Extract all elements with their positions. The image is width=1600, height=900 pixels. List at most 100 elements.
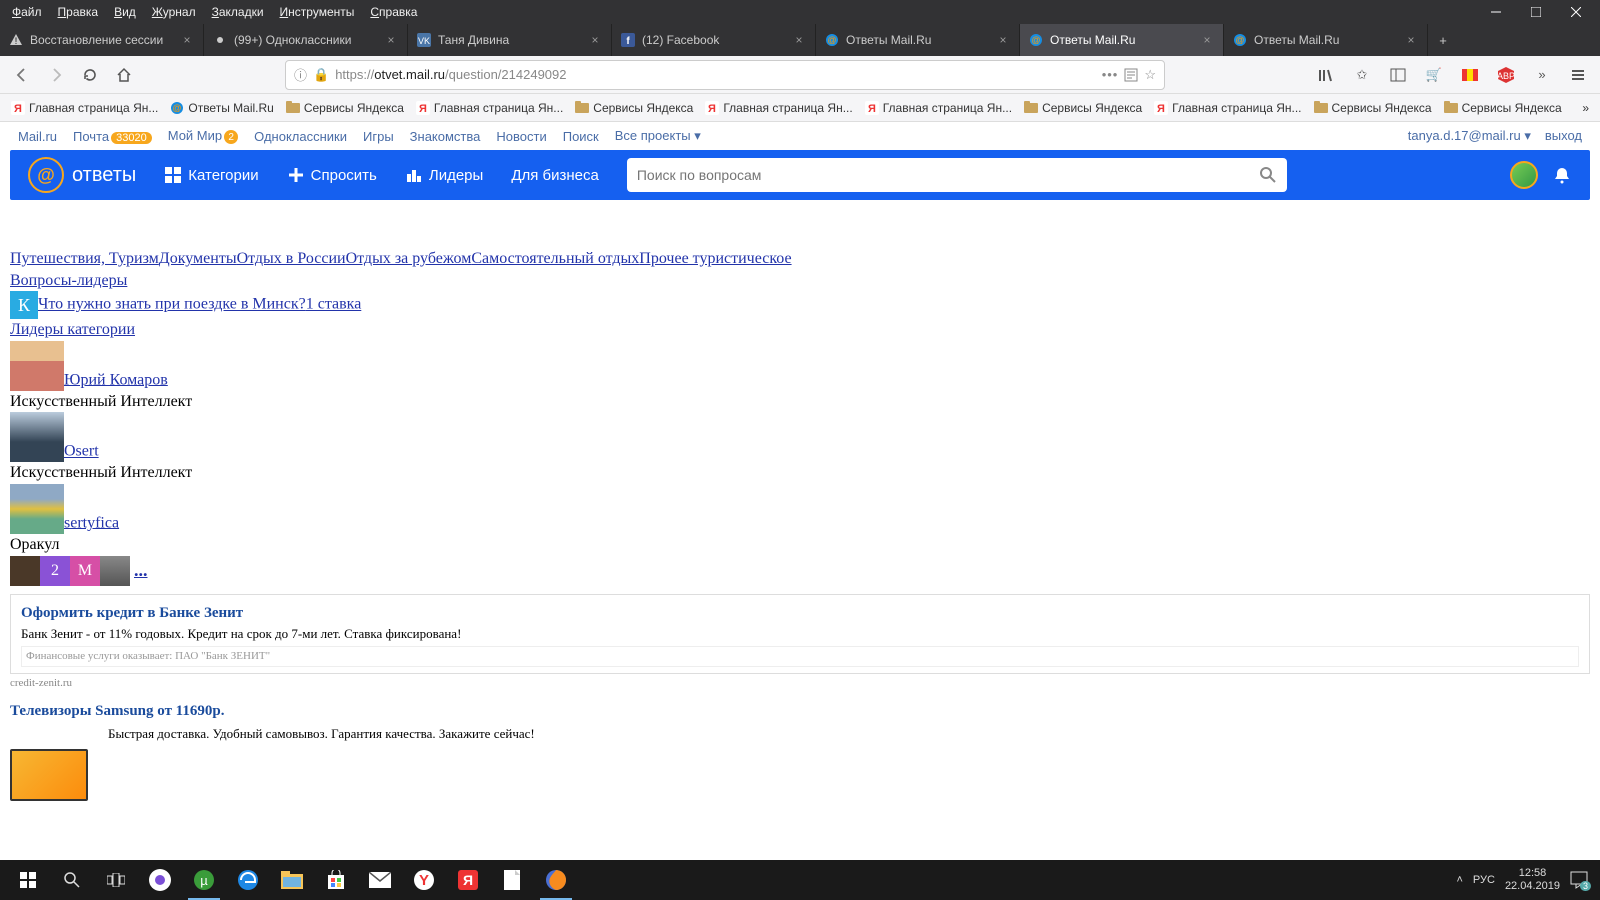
tab-close-icon[interactable]: × <box>587 32 603 48</box>
crumb-link[interactable]: Путешествия, Туризм <box>10 250 159 267</box>
leader-name[interactable]: Юрий Комаров <box>64 371 168 388</box>
mailnav-mail[interactable]: Почта <box>73 129 109 144</box>
new-tab-button[interactable]: + <box>1428 24 1458 56</box>
menu-view[interactable]: Вид <box>106 5 144 19</box>
crumb-link[interactable]: Отдых в России <box>237 250 346 267</box>
bookmark-item[interactable]: ЯГлавная страница Ян... <box>411 101 568 115</box>
bookmark-item[interactable]: ЯГлавная страница Ян... <box>1149 101 1306 115</box>
tab-close-icon[interactable]: × <box>995 32 1011 48</box>
tab-close-icon[interactable]: × <box>383 32 399 48</box>
bookmark-item[interactable]: Сервисы Яндекса <box>281 101 409 115</box>
tray-clock[interactable]: 12:58 22.04.2019 <box>1505 867 1560 893</box>
site-info-icon[interactable]: ⓘ <box>294 65 307 84</box>
ad-block-2[interactable]: Телевизоры Samsung от 11690р. Быстрая до… <box>10 701 1590 801</box>
mailnav-games[interactable]: Игры <box>363 129 394 144</box>
mailnav-mailru[interactable]: Mail.ru <box>18 129 57 144</box>
crumb-link[interactable]: Прочее туристическое <box>639 250 791 267</box>
menu-history[interactable]: Журнал <box>144 5 204 19</box>
leaders-questions-link[interactable]: Вопросы-лидеры <box>10 272 127 289</box>
mini-avatar[interactable] <box>100 556 130 586</box>
hamburger-icon[interactable] <box>1564 61 1592 89</box>
bookmark-item[interactable]: ЯГлавная страница Ян... <box>700 101 857 115</box>
reader-icon[interactable] <box>1124 68 1138 82</box>
leader-avatar[interactable] <box>10 341 64 391</box>
nav-reload[interactable] <box>76 61 104 89</box>
mini-avatar[interactable]: М <box>70 556 100 586</box>
search-icon[interactable] <box>1259 166 1277 184</box>
mailnav-search[interactable]: Поиск <box>563 129 599 144</box>
nav-categories[interactable]: Категории <box>164 166 258 184</box>
bookmark-item[interactable]: Сервисы Яндекса <box>570 101 698 115</box>
more-dots[interactable]: ... <box>134 558 148 582</box>
menu-help[interactable]: Справка <box>362 5 425 19</box>
leader-name[interactable]: sertyfica <box>64 514 119 531</box>
tab-close-icon[interactable]: × <box>1403 32 1419 48</box>
firefox-icon[interactable] <box>534 860 578 900</box>
tray-chevron-icon[interactable]: ˄ <box>1456 874 1462 886</box>
search-input[interactable] <box>637 167 1259 183</box>
bookmark-item[interactable]: @Ответы Mail.Ru <box>165 101 278 115</box>
nav-forward[interactable] <box>42 61 70 89</box>
nav-home[interactable] <box>110 61 138 89</box>
utorrent-icon[interactable]: µ <box>182 860 226 900</box>
bell-icon[interactable] <box>1552 165 1572 185</box>
bookmark-item[interactable]: Сервисы Яндекса <box>1309 101 1437 115</box>
bookmark-item[interactable]: ЯГлавная страница Ян... <box>6 101 163 115</box>
bookmark-item[interactable]: Сервисы Яндекса <box>1019 101 1147 115</box>
tab-close-icon[interactable]: × <box>179 32 195 48</box>
yandex-icon[interactable]: Y <box>402 860 446 900</box>
mailnav-dating[interactable]: Знакомства <box>410 129 481 144</box>
menu-edit[interactable]: Правка <box>50 5 107 19</box>
toolbar-star-icon[interactable]: ✩ <box>1348 61 1376 89</box>
tray-lang[interactable]: РУС <box>1473 874 1495 886</box>
library-icon[interactable] <box>1312 61 1340 89</box>
bookmark-item[interactable]: ЯГлавная страница Ян... <box>860 101 1017 115</box>
start-button[interactable] <box>6 860 50 900</box>
edge-icon[interactable] <box>226 860 270 900</box>
category-leaders-link[interactable]: Лидеры категории <box>10 321 135 338</box>
window-minimize[interactable] <box>1476 0 1516 24</box>
nav-back[interactable] <box>8 61 36 89</box>
mini-avatar[interactable]: 2 <box>40 556 70 586</box>
cart-icon[interactable]: 🛒 <box>1420 61 1448 89</box>
addon-flag-icon[interactable] <box>1456 61 1484 89</box>
bookmarks-overflow[interactable]: » <box>1577 101 1594 115</box>
otvety-logo[interactable]: @ ответы <box>28 157 136 193</box>
window-close[interactable] <box>1556 0 1596 24</box>
logout-link[interactable]: выход <box>1545 128 1582 144</box>
tab-close-icon[interactable]: × <box>1199 32 1215 48</box>
bookmark-item[interactable]: Сервисы Яндекса <box>1439 101 1567 115</box>
overflow-icon[interactable]: » <box>1528 61 1556 89</box>
browser-tab[interactable]: @Ответы Mail.Ru× <box>816 24 1020 56</box>
browser-tab[interactable]: @Ответы Mail.Ru× <box>1224 24 1428 56</box>
menu-bookmarks[interactable]: Закладки <box>204 5 272 19</box>
nav-leaders[interactable]: Лидеры <box>405 166 483 184</box>
menu-tools[interactable]: Инструменты <box>272 5 363 19</box>
store-icon[interactable] <box>314 860 358 900</box>
window-maximize[interactable] <box>1516 0 1556 24</box>
nav-business[interactable]: Для бизнеса <box>511 167 599 184</box>
mailnav-moimir[interactable]: Мой Мир <box>168 128 222 143</box>
mailnav-ok[interactable]: Одноклассники <box>254 129 347 144</box>
menu-file[interactable]: Файл <box>4 5 50 19</box>
ad-block[interactable]: Оформить кредит в Банке Зенит Банк Зенит… <box>10 594 1590 675</box>
mailnav-news[interactable]: Новости <box>496 129 546 144</box>
tray-notifications-icon[interactable]: 3 <box>1570 871 1588 889</box>
mini-avatar[interactable] <box>10 556 40 586</box>
question-link[interactable]: Что нужно знать при поездке в Минск? <box>38 296 306 313</box>
tab-close-icon[interactable]: × <box>791 32 807 48</box>
notepad-icon[interactable] <box>490 860 534 900</box>
crumb-link[interactable]: Отдых за рубежом <box>346 250 472 267</box>
browser-tab[interactable]: VKТаня Дивина× <box>408 24 612 56</box>
mailnav-all[interactable]: Все проекты ▾ <box>615 128 701 144</box>
yandex-browser-icon[interactable] <box>138 860 182 900</box>
mail-icon[interactable] <box>358 860 402 900</box>
browser-tab[interactable]: @Ответы Mail.Ru× <box>1020 24 1224 56</box>
sidebar-icon[interactable] <box>1384 61 1412 89</box>
explorer-icon[interactable] <box>270 860 314 900</box>
yandex-red-icon[interactable]: Я <box>446 860 490 900</box>
nav-ask[interactable]: Спросить <box>287 166 377 184</box>
adblock-icon[interactable]: ABP <box>1492 61 1520 89</box>
browser-tab[interactable]: f(12) Facebook× <box>612 24 816 56</box>
leader-avatar[interactable] <box>10 484 64 534</box>
